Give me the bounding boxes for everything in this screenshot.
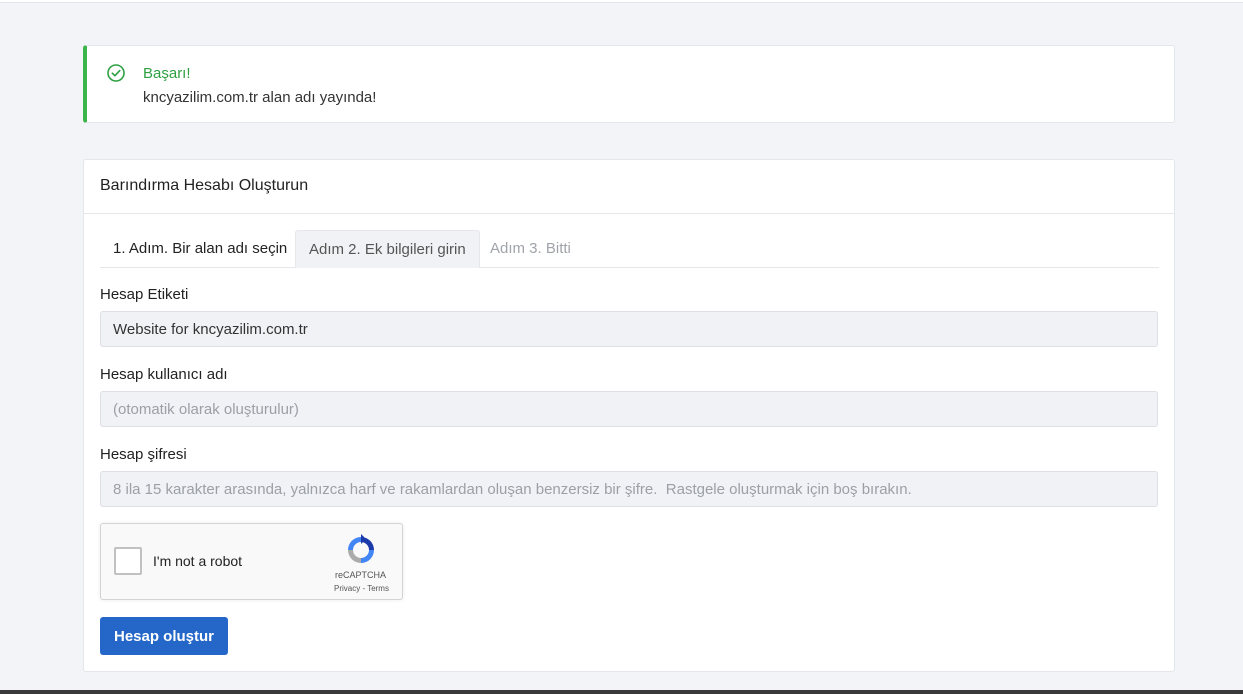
success-alert: Başarı! kncyazilim.com.tr alan adı yayın… xyxy=(83,45,1175,123)
card-title: Barındırma Hesabı Oluşturun xyxy=(84,160,1174,214)
account-username-label: Hesap kullanıcı adı xyxy=(100,366,228,383)
tab-step-2[interactable]: Adım 2. Ek bilgileri girin xyxy=(295,230,480,268)
step-tabs: 1. Adım. Bir alan adı seçin Adım 2. Ek b… xyxy=(100,230,1159,268)
account-label-label: Hesap Etiketi xyxy=(100,286,189,303)
recaptcha-logo-icon xyxy=(344,533,378,567)
bottom-edge xyxy=(0,690,1243,694)
recaptcha-brand: reCAPTCHA xyxy=(335,570,387,580)
recaptcha-checkbox[interactable] xyxy=(114,547,142,575)
account-username-input[interactable] xyxy=(100,391,1158,427)
recaptcha-label: I'm not a robot xyxy=(153,553,243,569)
top-border xyxy=(0,0,1243,3)
check-circle-icon xyxy=(106,63,126,83)
recaptcha-widget: I'm not a robot reCAPTCHA Privacy - Term… xyxy=(100,523,403,600)
alert-title: Başarı! xyxy=(143,65,191,82)
tab-step-3: Adım 3. Bitti xyxy=(490,240,571,257)
recaptcha-terms-link[interactable]: Privacy - Terms xyxy=(334,584,389,593)
tab-step-1[interactable]: 1. Adım. Bir alan adı seçin xyxy=(100,230,300,268)
account-password-label: Hesap şifresi xyxy=(100,446,187,463)
create-hosting-account-card: Barındırma Hesabı Oluşturun 1. Adım. Bir… xyxy=(83,159,1175,672)
account-password-input[interactable] xyxy=(100,471,1158,507)
alert-message: kncyazilim.com.tr alan adı yayında! xyxy=(143,89,377,106)
account-label-input[interactable] xyxy=(100,311,1158,347)
create-account-button[interactable]: Hesap oluştur xyxy=(100,617,228,655)
